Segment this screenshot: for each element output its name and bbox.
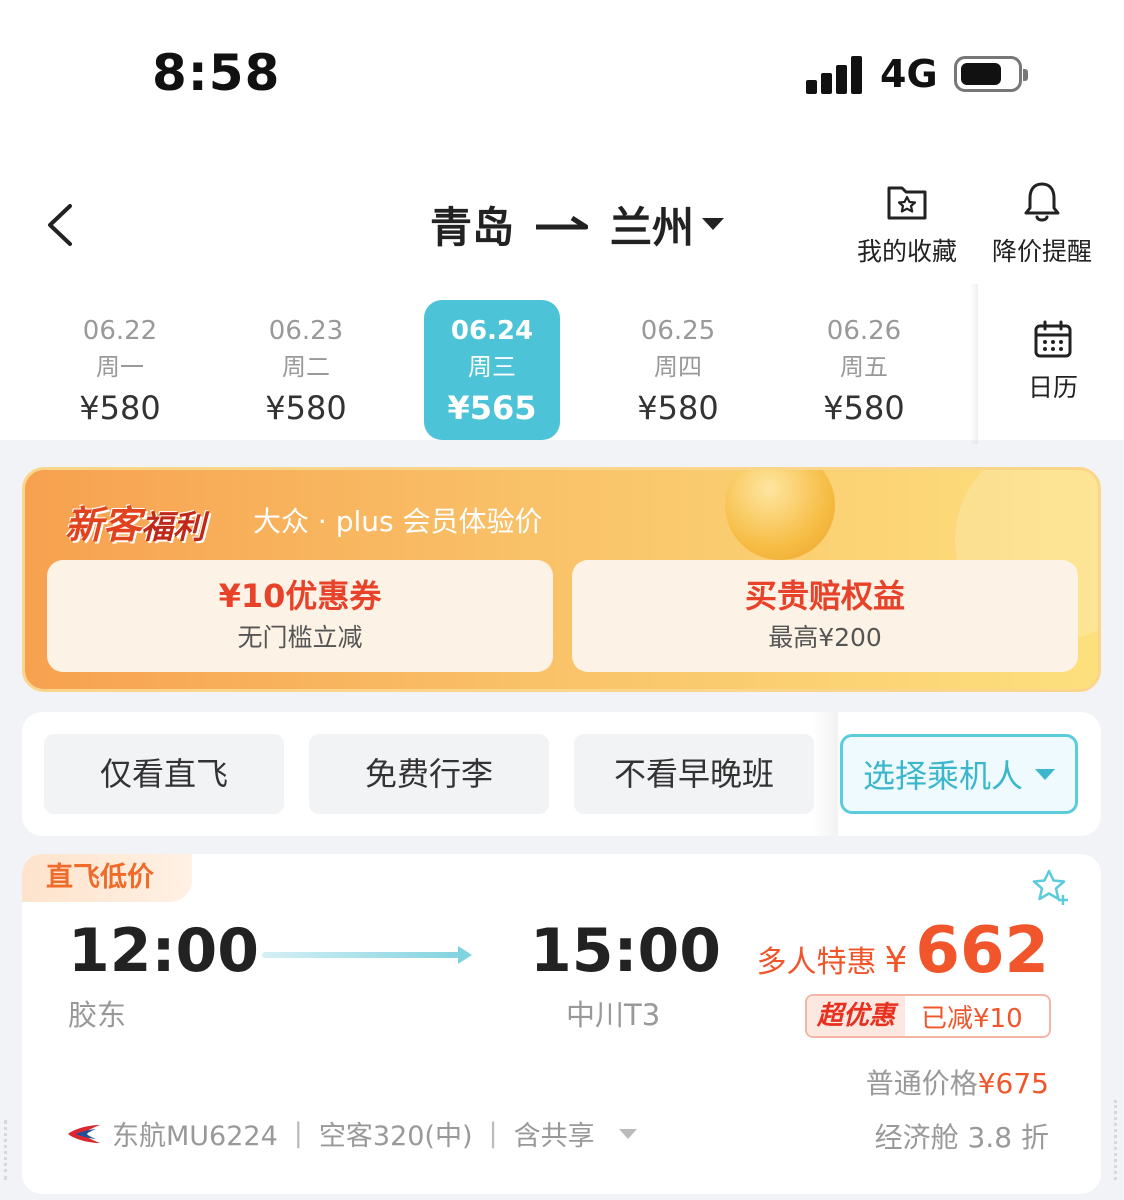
- flight-card[interactable]: 直飞低价 12:00 胶东 15:00 中川T3 多人特惠 ¥ 662 超优惠 …: [22, 854, 1101, 1194]
- date-label: 06.23: [268, 316, 344, 346]
- date-label: 06.26: [826, 316, 902, 346]
- route-arrow-icon: [536, 216, 589, 230]
- favorites-button[interactable]: 我的收藏: [847, 180, 967, 268]
- direct-low-price-tag: 直飞低价: [22, 854, 192, 902]
- chevron-down-icon: [618, 1128, 637, 1139]
- normal-price-label: 普通价格: [865, 1067, 978, 1100]
- normal-price: 普通价格¥675: [866, 1062, 1049, 1102]
- price-alert-button[interactable]: 降价提醒: [982, 180, 1102, 268]
- date-price: ¥580: [79, 389, 161, 427]
- price-guarantee-subtitle: 最高¥200: [768, 623, 882, 652]
- weekday-label: 周四: [654, 353, 702, 381]
- price-currency: ¥: [884, 940, 908, 981]
- select-passenger-dropdown[interactable]: 选择乘机人: [840, 734, 1078, 814]
- flight-info-row[interactable]: 东航MU6224 | 空客320(中) | 含共享: [66, 1114, 637, 1153]
- cabin-class: 经济舱 3.8 折: [874, 1121, 1049, 1154]
- date-price: ¥580: [823, 389, 905, 427]
- chevron-down-icon: [1035, 768, 1055, 780]
- separator: |: [488, 1118, 498, 1149]
- date-price: ¥580: [265, 389, 347, 427]
- weekday-label: 周一: [96, 353, 144, 381]
- china-eastern-logo-icon: [68, 1124, 100, 1143]
- discount-badge: 超优惠 已减¥10: [805, 994, 1051, 1038]
- new-customer-promo-banner[interactable]: 新客福利 大众 · plus 会员体验价 ¥10优惠券 无门槛立减 买贵赔权益 …: [22, 467, 1101, 692]
- airline-flight-number: 东航MU6224: [112, 1121, 278, 1152]
- star-plus-icon[interactable]: [1031, 868, 1071, 908]
- scroll-indicator: [4, 1120, 8, 1180]
- date-price: ¥565: [447, 389, 537, 427]
- price-alert-label: 降价提醒: [991, 237, 1092, 266]
- price-guarantee-title: 买贵赔权益: [744, 577, 905, 615]
- promo-subtitle: 大众 · plus 会员体验价: [253, 505, 543, 538]
- departure-airport: 胶东: [68, 998, 127, 1032]
- date-tab-selected[interactable]: 06.24 周三 ¥565: [424, 300, 560, 440]
- origin-city: 青岛: [430, 202, 515, 252]
- flight-price: 多人特惠 ¥ 662: [757, 914, 1050, 988]
- filter-bar: 仅看直飞 免费行李 不看早晚班 选择乘机人: [22, 712, 1101, 836]
- promo-title-benefit: 福利: [141, 508, 206, 546]
- separator: |: [293, 1118, 303, 1149]
- date-label: 06.25: [640, 316, 716, 346]
- bell-icon: [1024, 182, 1060, 222]
- departure-time: 12:00: [68, 916, 259, 986]
- date-label: 06.22: [82, 316, 158, 346]
- price-guarantee-card[interactable]: 买贵赔权益 最高¥200: [572, 560, 1078, 672]
- filter-divider: [812, 712, 838, 836]
- no-early-late-filter[interactable]: 不看早晚班: [574, 734, 814, 814]
- date-tab[interactable]: 06.25 周四 ¥580: [610, 300, 746, 440]
- favorites-label: 我的收藏: [856, 237, 957, 266]
- calendar-label: 日历: [1027, 373, 1078, 402]
- date-label: 06.24: [450, 316, 534, 346]
- battery-icon: [954, 56, 1028, 92]
- signal-icon: [806, 54, 866, 94]
- direct-only-filter[interactable]: 仅看直飞: [44, 734, 284, 814]
- coupon-title: ¥10优惠券: [218, 577, 382, 615]
- free-baggage-filter[interactable]: 免费行李: [309, 734, 549, 814]
- status-time: 8:58: [152, 44, 281, 102]
- coin-icon: [725, 470, 835, 560]
- select-passenger-label: 选择乘机人: [862, 757, 1023, 795]
- route-caret-icon: [702, 218, 725, 230]
- weekday-label: 周三: [468, 353, 516, 381]
- date-price: ¥580: [637, 389, 719, 427]
- calendar-button[interactable]: 日历: [995, 320, 1111, 404]
- date-tab[interactable]: 06.26 周五 ¥580: [796, 300, 932, 440]
- date-tab[interactable]: 06.23 周二 ¥580: [238, 300, 374, 440]
- codeshare-label: 含共享: [513, 1121, 595, 1152]
- discount-amount: 已减¥10: [921, 1003, 1023, 1034]
- scroll-indicator: [1114, 1100, 1118, 1180]
- aircraft-type: 空客320(中): [318, 1121, 473, 1152]
- destination-city: 兰州: [610, 202, 695, 252]
- normal-price-value: ¥675: [977, 1067, 1049, 1100]
- coupon-subtitle: 无门槛立减: [237, 623, 363, 652]
- promo-title: 新客福利: [65, 494, 205, 549]
- calendar-icon: [1034, 320, 1072, 358]
- weekday-label: 周五: [840, 353, 888, 381]
- arrival-airport: 中川T3: [566, 998, 661, 1032]
- flight-direction-arrow: [262, 946, 472, 964]
- price-value: 662: [915, 914, 1049, 988]
- promo-title-new: 新客: [65, 503, 142, 547]
- date-strip-divider: [970, 284, 978, 444]
- arrival-time: 15:00: [530, 916, 721, 986]
- coupon-card[interactable]: ¥10优惠券 无门槛立减: [47, 560, 553, 672]
- network-label: 4G: [880, 52, 938, 96]
- price-prefix: 多人特惠: [756, 945, 877, 980]
- date-tab[interactable]: 06.22 周一 ¥580: [52, 300, 188, 440]
- favorites-folder-icon: [887, 186, 927, 220]
- back-arrow-icon[interactable]: [40, 200, 90, 250]
- weekday-label: 周二: [282, 353, 330, 381]
- route-selector[interactable]: 青岛 兰州: [430, 196, 725, 252]
- super-discount-label: 超优惠: [807, 996, 906, 1036]
